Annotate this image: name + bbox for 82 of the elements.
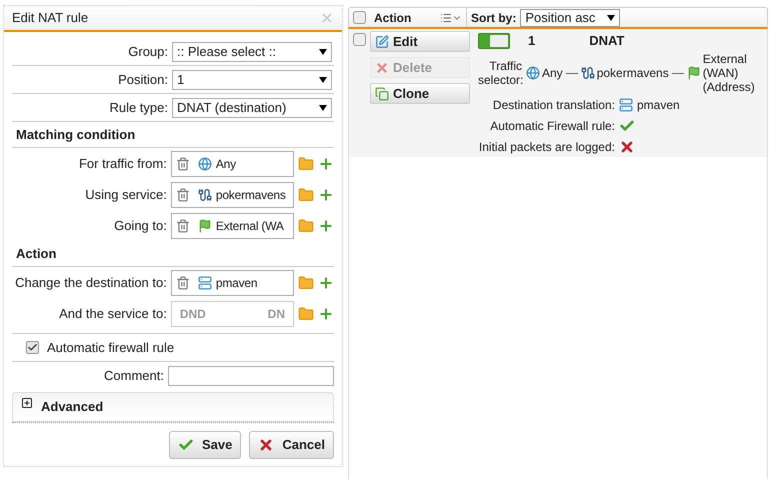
selector-item: pokermavens bbox=[596, 66, 669, 80]
caret-icon bbox=[607, 14, 616, 20]
advanced-panel[interactable]: Advanced bbox=[12, 392, 334, 422]
comment-field[interactable] bbox=[168, 366, 334, 386]
toggle-switch[interactable] bbox=[478, 33, 510, 49]
folder-icon[interactable] bbox=[298, 156, 314, 172]
sort-label: Sort by: bbox=[471, 10, 516, 26]
selector-item: External (WAN) (Address) bbox=[702, 52, 755, 94]
field-label: Position: bbox=[117, 70, 169, 89]
sort-dropdown[interactable]: Position asc bbox=[520, 8, 620, 26]
close-icon[interactable] bbox=[320, 11, 334, 25]
edit-button[interactable]: Edit bbox=[370, 31, 470, 52]
section-heading: Matching condition bbox=[15, 126, 136, 144]
object-name: pokermavens bbox=[216, 186, 286, 204]
folder-icon[interactable] bbox=[298, 186, 314, 202]
globe-icon bbox=[198, 156, 212, 170]
trash-icon[interactable] bbox=[176, 156, 190, 170]
field-label: Going to: bbox=[113, 216, 168, 235]
object-field[interactable]: pmaven bbox=[170, 270, 294, 296]
field-label: And the service to: bbox=[58, 304, 168, 323]
object-name: pmaven bbox=[216, 274, 258, 292]
flag-icon bbox=[686, 66, 701, 80]
checkbox[interactable] bbox=[353, 11, 366, 24]
add-icon[interactable] bbox=[318, 306, 334, 322]
trash-icon[interactable] bbox=[176, 218, 190, 232]
folder-icon[interactable] bbox=[298, 274, 314, 290]
field-label: Rule type: bbox=[108, 98, 169, 117]
cancel-button[interactable]: Cancel bbox=[249, 431, 334, 459]
edit-icon bbox=[375, 34, 389, 48]
object-field[interactable]: External (WA bbox=[170, 212, 294, 238]
checkbox[interactable] bbox=[26, 341, 39, 354]
selector-label: Traffic selector: bbox=[478, 59, 522, 87]
object-field[interactable]: pokermavens bbox=[170, 182, 294, 208]
checkbox[interactable] bbox=[353, 33, 366, 46]
section-heading: Action bbox=[15, 244, 56, 263]
server-icon bbox=[619, 98, 633, 112]
cable-icon bbox=[198, 188, 212, 202]
server-icon bbox=[198, 276, 212, 290]
caret-icon bbox=[319, 48, 327, 54]
folder-icon[interactable] bbox=[298, 218, 314, 234]
add-icon[interactable] bbox=[318, 218, 334, 234]
trash-icon[interactable] bbox=[176, 188, 190, 202]
rule-type: DNAT bbox=[589, 32, 624, 50]
advanced-label: Advanced bbox=[41, 398, 104, 416]
field-label: For traffic from: bbox=[78, 154, 168, 173]
add-icon[interactable] bbox=[318, 186, 334, 202]
clone-button[interactable]: Clone bbox=[370, 83, 470, 104]
detail-label: Automatic Firewall rule: bbox=[490, 118, 615, 135]
object-name: Any bbox=[216, 156, 236, 172]
add-icon[interactable] bbox=[318, 156, 334, 172]
expand-icon bbox=[21, 397, 33, 409]
column-heading: Action bbox=[374, 10, 412, 26]
field-label: Using service: bbox=[84, 186, 168, 204]
dropdown[interactable]: :: Please select :: bbox=[172, 42, 332, 62]
delete-icon bbox=[375, 60, 389, 74]
save-button[interactable]: Save bbox=[168, 431, 242, 459]
object-field[interactable]: Any bbox=[170, 150, 294, 176]
flag-icon bbox=[198, 218, 212, 232]
folder-icon[interactable] bbox=[298, 306, 314, 322]
field-label: Group: bbox=[127, 42, 169, 61]
caret-icon bbox=[319, 76, 327, 82]
cable-icon bbox=[580, 66, 595, 80]
disabled-value: DND bbox=[180, 306, 206, 322]
detail-label: Initial packets are logged: bbox=[478, 139, 615, 156]
dialog-title: Edit NAT rule bbox=[12, 9, 88, 28]
copy-icon bbox=[375, 86, 389, 100]
dropdown[interactable]: DNAT (destination) bbox=[172, 98, 332, 118]
detail-value: pmaven bbox=[637, 97, 680, 114]
trash-icon[interactable] bbox=[176, 276, 190, 290]
globe-icon bbox=[526, 66, 540, 80]
detail-label: Destination translation: bbox=[492, 97, 615, 114]
checkbox-label: Automatic firewall rule bbox=[47, 338, 174, 357]
selector-item: Any bbox=[542, 66, 563, 80]
rule-position: 1 bbox=[528, 32, 536, 50]
add-icon[interactable] bbox=[318, 274, 334, 290]
object-name: External (WA bbox=[216, 218, 284, 234]
disabled-value: DN bbox=[268, 306, 285, 322]
close-icon bbox=[258, 437, 274, 453]
dropdown[interactable]: 1 bbox=[172, 70, 332, 90]
field-label: Change the destination to: bbox=[14, 274, 168, 292]
field-label: Comment: bbox=[103, 367, 165, 386]
caret-icon bbox=[319, 104, 327, 110]
